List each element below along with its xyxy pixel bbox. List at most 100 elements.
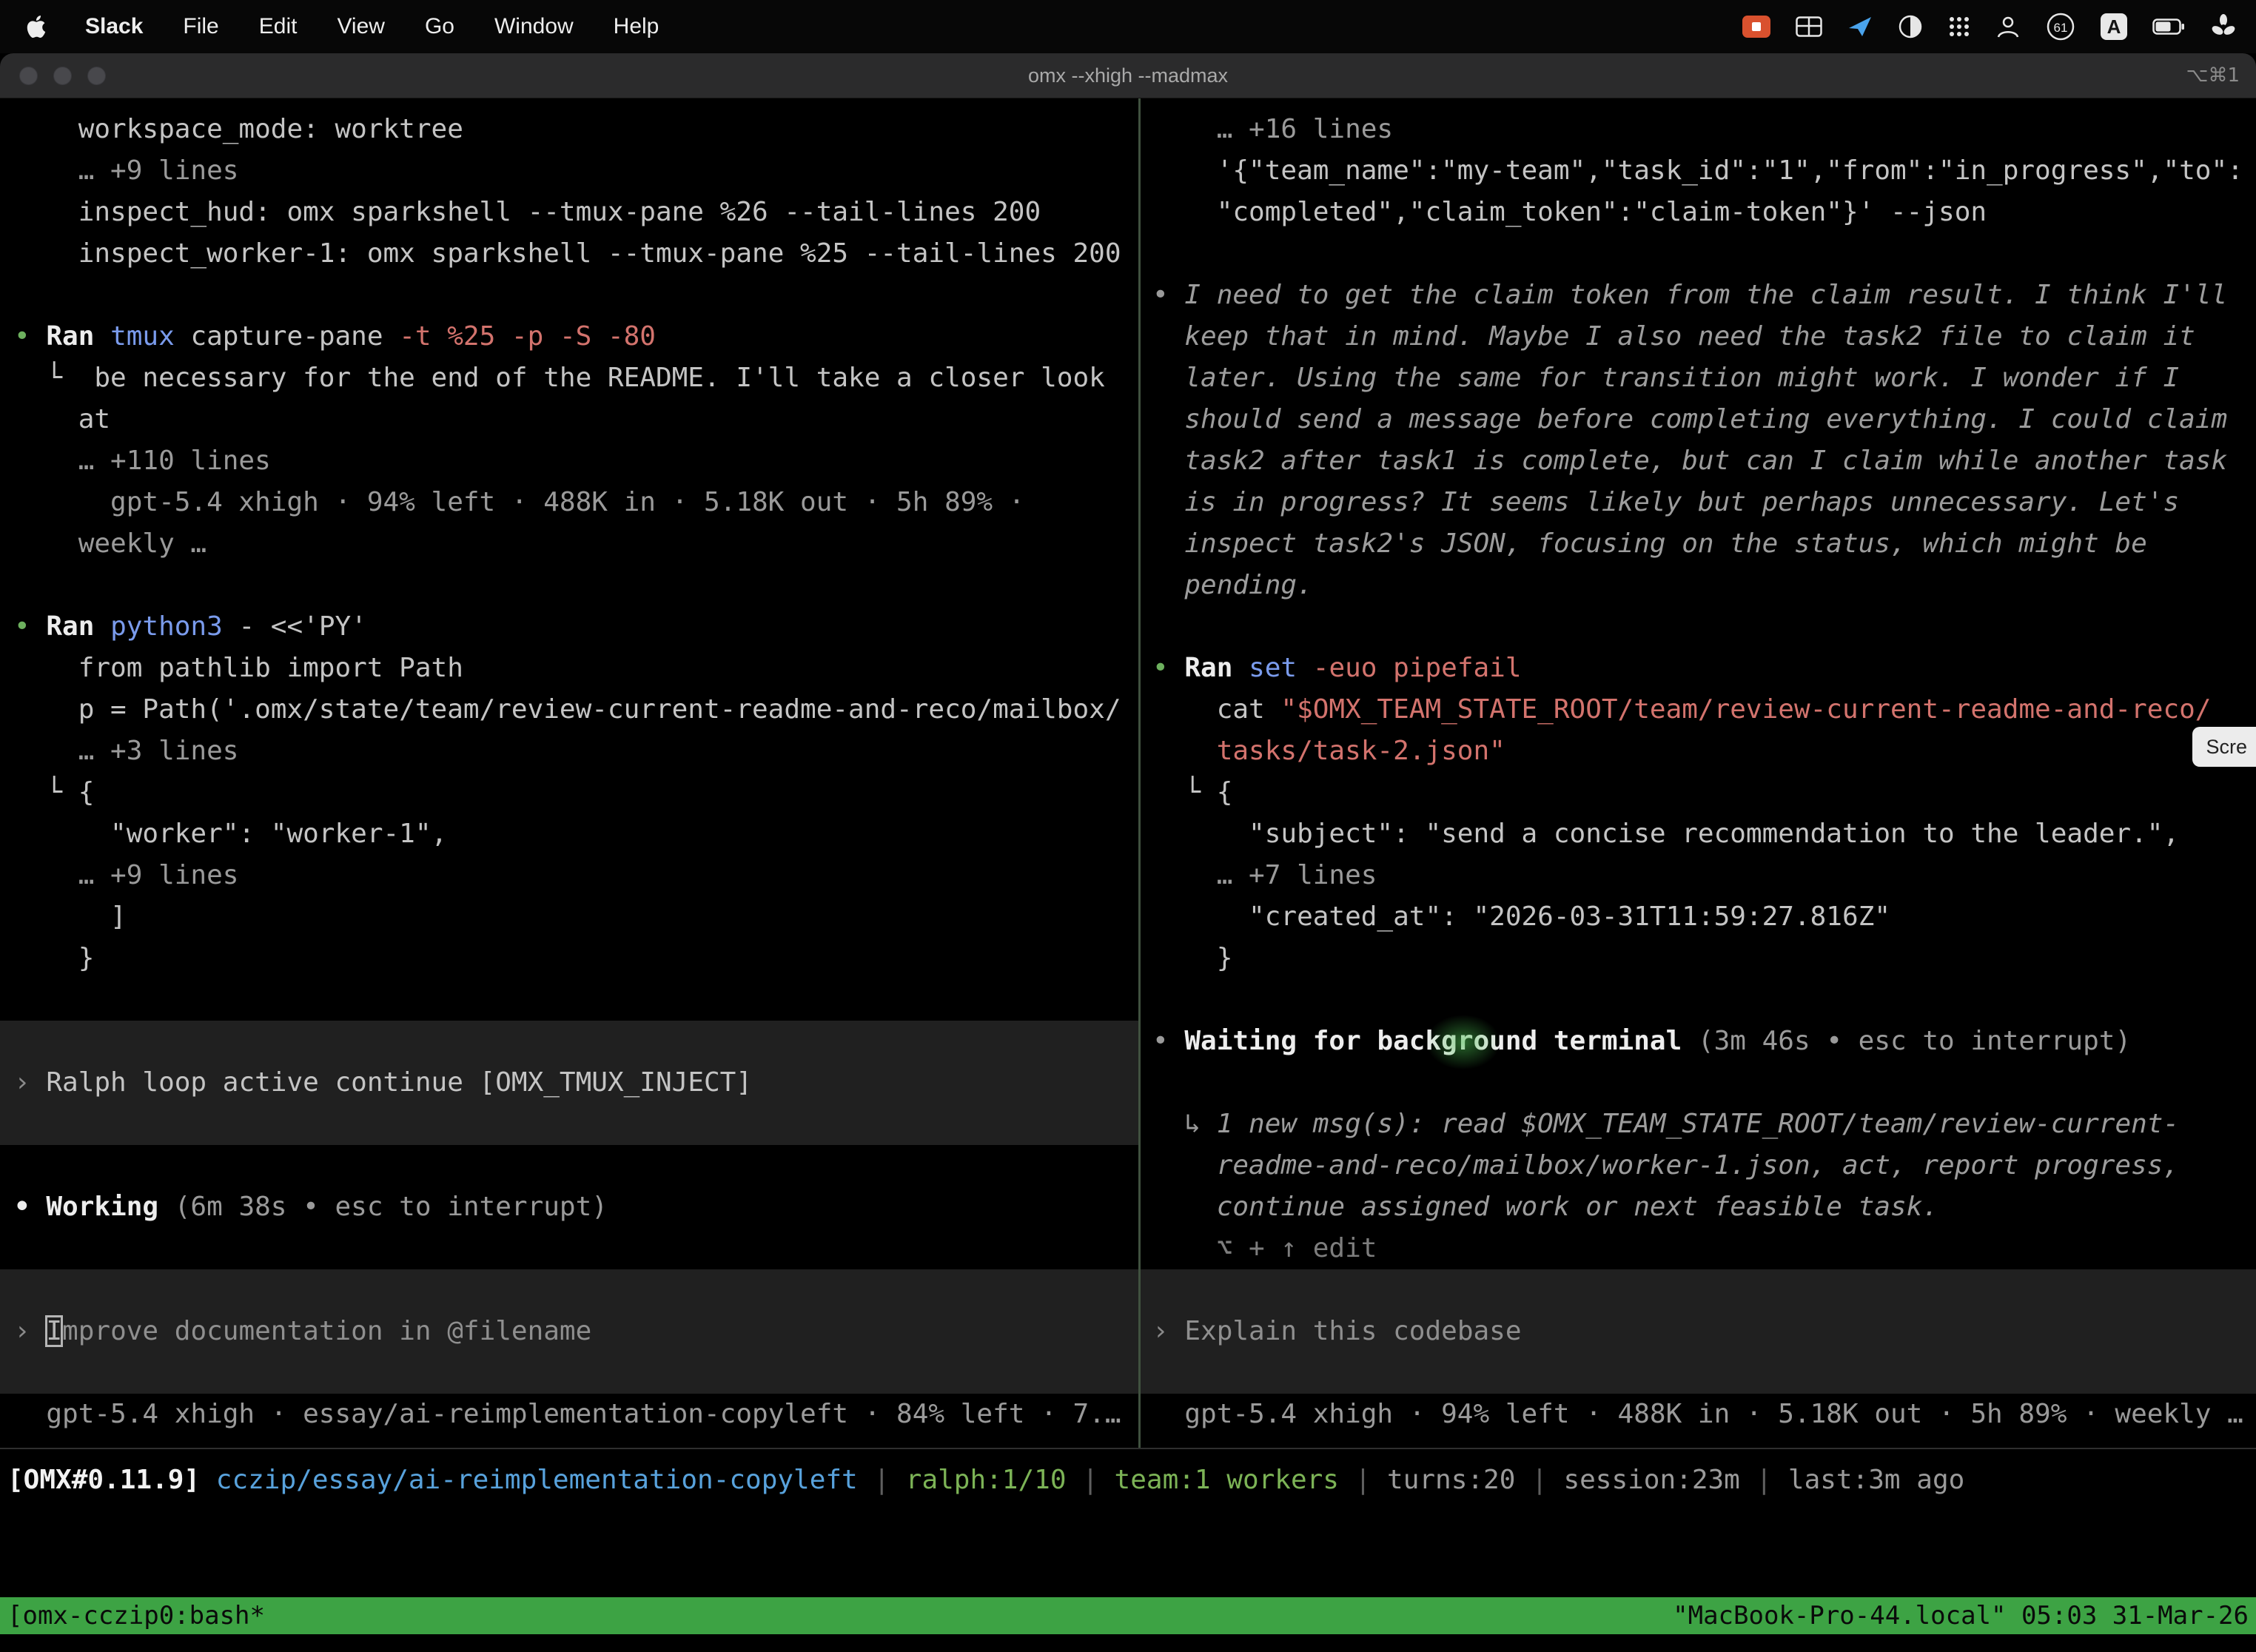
window-titlebar[interactable]: omx --xhigh --madmax ⌥⌘1 [0,53,2256,98]
text-segment: | [1067,1465,1115,1495]
menu-item-go[interactable]: Go [405,14,474,38]
input-source-icon[interactable]: A [2101,13,2127,40]
terminal-line: continue assigned work or next feasible … [1141,1186,2256,1228]
omx-status-line: [OMX#0.11.9] cczip/essay/ai-reimplementa… [0,1449,2256,1501]
text-segment: inspect_hud: omx sparkshell --tmux-pane … [14,197,1041,227]
terminal-line: workspace_mode: worktree [0,109,1138,150]
terminal-line: '{"team_name":"my-team","task_id":"1","f… [1141,150,2256,192]
menu-item-edit[interactable]: Edit [239,14,318,38]
input-source-label: A [2107,16,2121,38]
menu-item-file[interactable]: File [163,14,238,38]
terminal-window: omx --xhigh --madmax ⌥⌘1 workspace_mode:… [0,53,2256,1652]
text-segment: "created_at": "2026-03-31T11:59:27.816Z" [1152,901,1890,932]
terminal-line: at [0,399,1138,440]
terminal-line [1141,979,2256,1021]
right-pane[interactable]: … +16 lines '{"team_name":"my-team","tas… [1141,98,2256,1448]
battery-percent-icon[interactable]: 61 [2046,12,2075,41]
zoom-button[interactable] [87,67,106,85]
text-segment: set [1249,653,1313,683]
text-segment: › [14,1316,46,1346]
text-segment: Ran [1184,653,1249,683]
terminal-line: ↳ 1 new msg(s): read $OMX_TEAM_STATE_ROO… [1141,1104,2256,1145]
terminal-line: … +16 lines [1141,109,2256,150]
text-segment: … +7 lines [1152,860,1377,890]
text-segment: team:1 workers [1115,1465,1339,1495]
battery-percent-value: 61 [2054,21,2068,35]
text-segment: | [858,1465,906,1495]
status-pane: [OMX#0.11.9] cczip/essay/ai-reimplementa… [0,1449,2256,1597]
menu-item-view[interactable]: View [317,14,404,38]
text-segment: • [1152,653,1184,683]
terminal-line: tasks/task-2.json" [1141,731,2256,772]
battery-icon[interactable] [2152,19,2185,35]
apple-menu-icon[interactable] [15,16,65,38]
terminal-line: inspect_hud: omx sparkshell --tmux-pane … [0,192,1138,233]
text-segment [200,1465,216,1495]
text-segment: › [1152,1316,1184,1346]
close-button[interactable] [19,67,38,85]
text-segment: later. Using the same for transition mig… [1152,363,2179,393]
apps-grid-icon[interactable] [1948,16,1970,38]
text-segment: } [14,943,94,973]
terminal-line: └ { [0,772,1138,813]
tmux-host-time: "MacBook-Pro-44.local" 05:03 31-Mar-26 [1673,1601,2249,1631]
text-segment: python3 [110,611,238,642]
terminal-line [1141,233,2256,275]
tmux-panes: workspace_mode: worktree … +9 lines insp… [0,98,2256,1448]
minimize-button[interactable] [53,67,72,85]
text-segment: "worker": "worker-1", [14,819,447,849]
inject-band [0,1104,1138,1145]
terminal-line: • Ran tmux capture-pane -t %25 -p -S -80 [0,316,1138,357]
text-segment: ralph:1/10 [906,1465,1067,1495]
text-segment: workspace_mode: worktree [14,114,463,144]
text-segment: • [1152,1026,1184,1056]
terminal-line: cat "$OMX_TEAM_STATE_ROOT/team/review-cu… [1141,689,2256,731]
terminal-line: "worker": "worker-1", [0,813,1138,855]
paper-plane-icon[interactable] [1847,15,1873,38]
text-segment: • [1152,280,1184,310]
text-segment: … +9 lines [14,860,238,890]
half-circle-icon[interactable] [1898,14,1923,39]
person-icon[interactable] [1995,15,2021,38]
terminal-line: ] [0,896,1138,938]
text-segment: "subject": "send a concise recommendatio… [1152,819,2179,849]
text-segment: gpt-5.4 xhigh · 94% left · 488K in · 5.1… [1152,1399,2243,1429]
text-segment: '{"team_name":"my-team","task_id":"1","f… [1152,155,2243,186]
text-segment: Explain this codebase [1184,1316,1521,1346]
left-pane[interactable]: workspace_mode: worktree … +9 lines insp… [0,98,1138,1448]
menu-left: SlackFileEditViewGoWindowHelp [15,14,679,39]
terminal-line: weekly … [0,523,1138,565]
screen-recording-icon[interactable] [1742,16,1770,38]
screen-share-tooltip[interactable]: Scre [2192,727,2256,767]
text-segment: keep that in mind. Maybe I also need the… [1152,321,2195,352]
menu-item-help[interactable]: Help [594,14,679,38]
terminal-line: "created_at": "2026-03-31T11:59:27.816Z" [1141,896,2256,938]
terminal-line: inspect_worker-1: omx sparkshell --tmux-… [0,233,1138,275]
text-segment: last:3m ago [1788,1465,1964,1495]
prompt-band [1141,1269,2256,1311]
terminal-line: readme-and-reco/mailbox/worker-1.json, a… [1141,1145,2256,1186]
menu-item-window[interactable]: Window [474,14,594,38]
text-segment: • [14,611,46,642]
menu-item-slack[interactable]: Slack [65,14,163,38]
text-segment: weekly … [14,528,207,559]
terminal-line: • I need to get the claim token from the… [1141,275,2256,316]
text-segment: | [1339,1465,1387,1495]
text-segment: inspect_worker-1: omx sparkshell --tmux-… [14,238,1121,269]
terminal-line [0,565,1138,606]
text-segment: gpt-5.4 xhigh · essay/ai-reimplementatio… [14,1399,1121,1429]
text-segment: task2 after task1 is complete, but can I… [1152,446,2227,476]
text-segment: } [1152,943,1232,973]
text-segment: └ { [1152,777,1232,807]
text-segment: should send a message before completing … [1152,404,2227,434]
terminal-line: ⌥ + ↑ edit [1141,1228,2256,1269]
tmux-status-bar: [omx-cczip0:bash* "MacBook-Pro-44.local"… [0,1597,2256,1634]
terminal-line: … +110 lines [0,440,1138,482]
menu-items: SlackFileEditViewGoWindowHelp [65,14,679,39]
fan-icon[interactable] [2210,13,2237,40]
terminal-line [0,1228,1138,1269]
text-segment: p = Path('.omx/state/team/review-current… [14,694,1121,725]
table-grid-icon[interactable] [1796,16,1822,37]
text-segment: is in progress? It seems likely but perh… [1152,487,2179,517]
menu-status-icons: 61 A [1742,12,2241,41]
